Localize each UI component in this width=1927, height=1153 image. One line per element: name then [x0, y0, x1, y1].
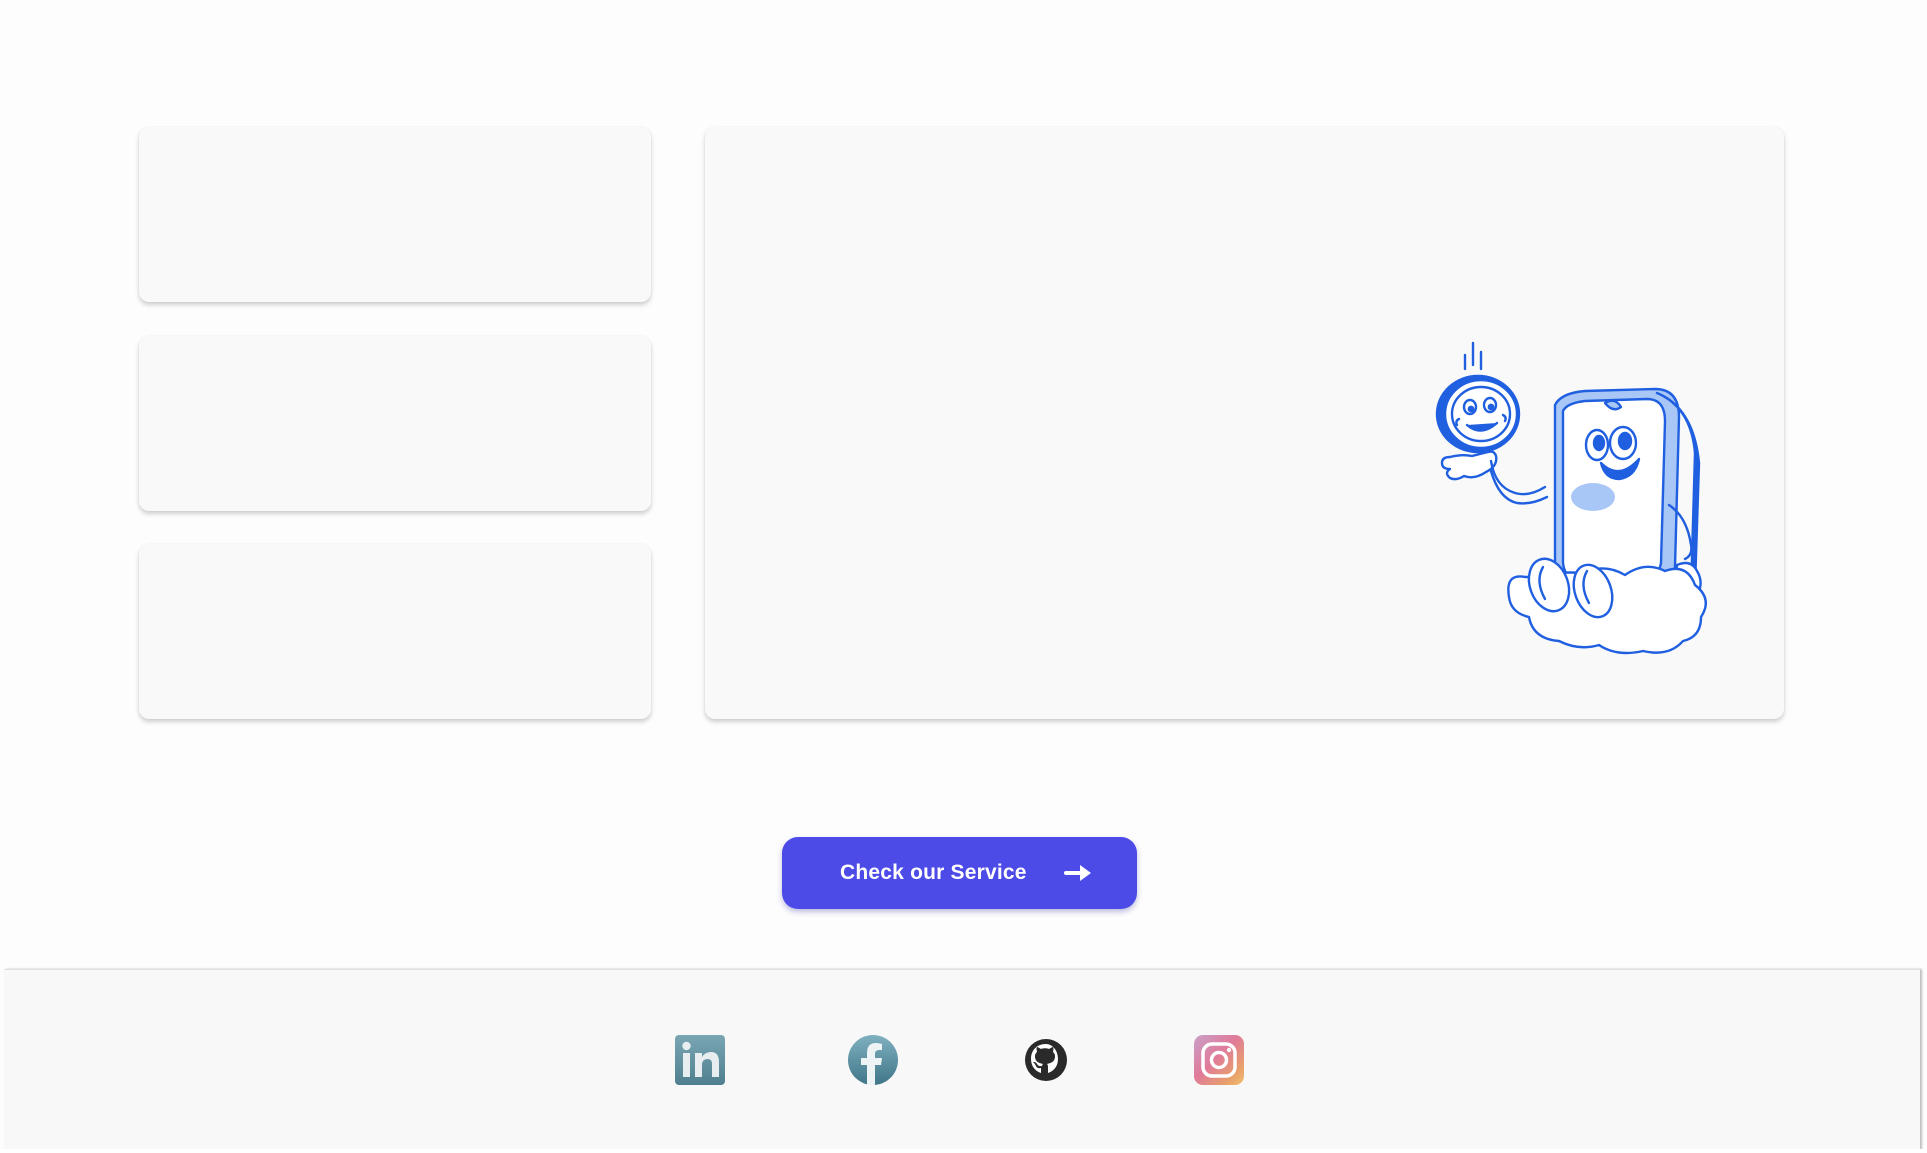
feature-card-3 — [139, 544, 651, 719]
feature-card-2 — [139, 336, 651, 511]
instagram-icon[interactable] — [1194, 1035, 1244, 1085]
arrow-right-icon — [1064, 865, 1091, 881]
footer — [4, 969, 1920, 1150]
footer-bottom-edge — [0, 1149, 1927, 1153]
check-service-label: Check our Service — [840, 861, 1027, 884]
linkedin-icon[interactable] — [675, 1035, 725, 1085]
feature-card-1 — [139, 127, 651, 302]
github-icon[interactable] — [1021, 1035, 1071, 1085]
coin-mascot-illustration — [1435, 341, 1707, 655]
check-service-button[interactable]: Check our Service — [782, 837, 1137, 909]
page: Check our Service — [0, 0, 1927, 1153]
facebook-icon[interactable] — [848, 1035, 898, 1085]
